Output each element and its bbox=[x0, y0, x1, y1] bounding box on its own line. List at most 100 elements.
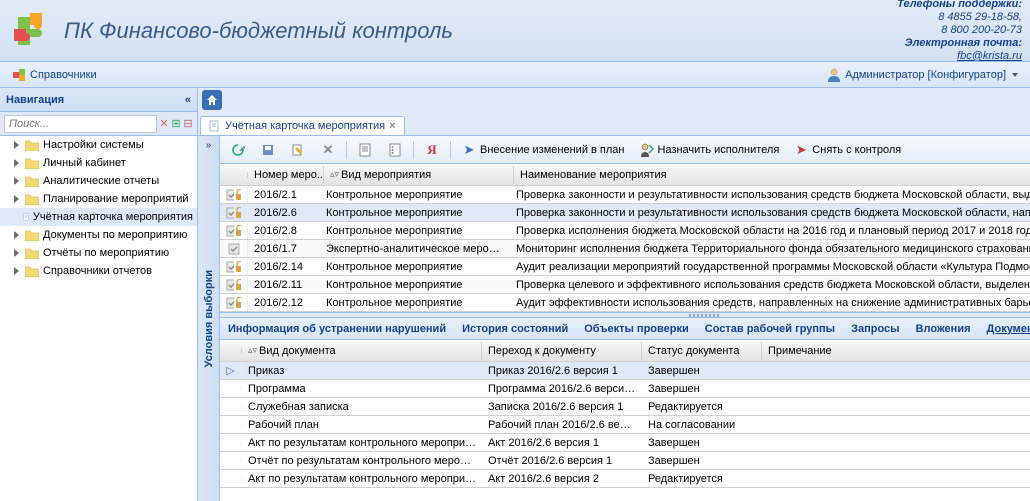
nav-item-label: Отчёты по мероприятию bbox=[43, 247, 169, 259]
tab-close-button[interactable]: × bbox=[389, 120, 395, 132]
tab-documentation[interactable]: Документация по мероприятию bbox=[985, 320, 1030, 338]
expand-all-icon[interactable]: ⊞ bbox=[171, 117, 181, 130]
lower-row[interactable]: Акт по результатам контрольного мероприя… bbox=[220, 470, 1030, 488]
lower-header-status[interactable] bbox=[220, 348, 242, 354]
doc1-button[interactable] bbox=[353, 140, 377, 160]
tab-objects[interactable]: Объекты проверки bbox=[582, 320, 691, 338]
nav-item[interactable]: Документы по мероприятию bbox=[0, 226, 197, 244]
nav-header: Навигация « bbox=[0, 88, 197, 112]
lower-row[interactable]: Отчёт по результатам контрольного меропр… bbox=[220, 452, 1030, 470]
grid-row[interactable]: 2016/1.7Экспертно-аналитическое мероприя… bbox=[220, 240, 1030, 258]
nav-item[interactable]: Планирование мероприятий bbox=[0, 190, 197, 208]
nav-item-label: Аналитические отчеты bbox=[43, 175, 159, 187]
assign-button[interactable]: Назначить исполнителя bbox=[635, 140, 784, 160]
tab-requests[interactable]: Запросы bbox=[849, 320, 901, 338]
collapse-all-icon[interactable]: ⊟ bbox=[183, 117, 193, 130]
cell-doc-type: Рабочий план bbox=[242, 417, 482, 433]
grid-row[interactable]: 2016/2.8Контрольное мероприятиеПроверка … bbox=[220, 222, 1030, 240]
cell-goto-link[interactable]: Приказ 2016/2.6 версия 1 bbox=[482, 363, 642, 379]
cell-doc-type: Отчёт по результатам контрольного меропр… bbox=[242, 453, 482, 469]
save-icon bbox=[260, 142, 276, 158]
nav-item[interactable]: Учётная карточка мероприятия bbox=[0, 208, 197, 226]
cell-status: Завершен bbox=[642, 363, 762, 379]
lower-row[interactable]: ПрограммаПрограмма 2016/2.6 версия 1Заве… bbox=[220, 380, 1030, 398]
grid-body: 2016/2.1Контрольное мероприятиеПроверка … bbox=[220, 186, 1030, 312]
status-icon bbox=[226, 189, 234, 201]
grid-header-type[interactable]: ▵▿Вид мероприятия bbox=[324, 166, 514, 184]
cell-status: На согласовании bbox=[642, 417, 762, 433]
cell-name: Проверка исполнения бюджета Московской о… bbox=[510, 223, 1030, 239]
plan-changes-button[interactable]: ➤ Внесение изменений в план bbox=[457, 140, 629, 160]
grid-toolbar: ✕ Я ➤ Внесение изменений в план Назначит… bbox=[220, 136, 1030, 164]
lower-row[interactable]: Акт по результатам контрольного мероприя… bbox=[220, 434, 1030, 452]
lock-icon bbox=[235, 279, 241, 291]
document-icon bbox=[357, 142, 373, 158]
nav-item[interactable]: Настройки системы bbox=[0, 136, 197, 154]
cell-doc-type: Акт по результатам контрольного мероприя… bbox=[242, 471, 482, 487]
lower-tabstrip: Информация об устранении нарушений Истор… bbox=[220, 318, 1030, 340]
grid-row[interactable]: 2016/2.12Контрольное мероприятиеАудит эф… bbox=[220, 294, 1030, 312]
arrow-right-icon: ➤ bbox=[461, 142, 477, 158]
lower-row[interactable]: Рабочий планРабочий план 2016/2.6 версия… bbox=[220, 416, 1030, 434]
grid-header-status[interactable] bbox=[220, 172, 248, 178]
cell-type: Контрольное мероприятие bbox=[320, 295, 510, 311]
tab-workgroup[interactable]: Состав рабочей группы bbox=[703, 320, 837, 338]
clear-search-icon[interactable]: ✕ bbox=[159, 117, 169, 130]
tab-violations[interactable]: Информация об устранении нарушений bbox=[226, 320, 448, 338]
tab-attachments[interactable]: Вложения bbox=[914, 320, 973, 338]
nav-item[interactable]: Справочники отчетов bbox=[0, 262, 197, 280]
lower-header-doc[interactable]: ▵▿Вид документа bbox=[242, 342, 482, 360]
lower-row[interactable]: ▷ПриказПриказ 2016/2.6 версия 1Завершен bbox=[220, 362, 1030, 380]
delete-button[interactable]: ✕ bbox=[316, 140, 340, 160]
chevron-down-icon bbox=[1012, 73, 1018, 77]
row-selected-icon: ▷ bbox=[226, 364, 234, 377]
save-button[interactable] bbox=[256, 140, 280, 160]
cell-goto-link[interactable]: Рабочий план 2016/2.6 версия 1 bbox=[482, 417, 642, 433]
cell-goto-link[interactable]: Программа 2016/2.6 версия 1 bbox=[482, 381, 642, 397]
tab-history[interactable]: История состояний bbox=[460, 320, 570, 338]
cell-goto-link[interactable]: Отчёт 2016/2.6 версия 1 bbox=[482, 453, 642, 469]
folder-icon bbox=[25, 229, 39, 241]
tab-card[interactable]: Учётная карточка мероприятия × bbox=[200, 116, 405, 135]
grid-header-number[interactable]: Номер меро... bbox=[248, 166, 324, 184]
status-icon bbox=[228, 243, 240, 255]
support-phone-1: 8 4855 29-18-58, bbox=[938, 11, 1022, 23]
folder-icon bbox=[25, 247, 39, 259]
lower-row[interactable]: Служебная запискаЗаписка 2016/2.6 версия… bbox=[220, 398, 1030, 416]
nav-collapse-button[interactable]: « bbox=[185, 94, 191, 106]
remove-control-button[interactable]: ➤ Снять с контроля bbox=[789, 140, 905, 160]
lower-header-note[interactable]: Примечание bbox=[762, 342, 1030, 360]
home-button[interactable] bbox=[202, 90, 222, 110]
refresh-button[interactable] bbox=[226, 140, 250, 160]
cell-goto-link[interactable]: Акт 2016/2.6 версия 2 bbox=[482, 471, 642, 487]
edit-button[interactable] bbox=[286, 140, 310, 160]
app-logo-icon bbox=[8, 7, 56, 55]
nav-item[interactable]: Отчёты по мероприятию bbox=[0, 244, 197, 262]
nav-item[interactable]: Аналитические отчеты bbox=[0, 172, 197, 190]
doc2-button[interactable] bbox=[383, 140, 407, 160]
filter-sidebar[interactable]: » Условия выборки bbox=[198, 136, 220, 501]
expand-filter-icon[interactable]: » bbox=[206, 140, 212, 151]
grid-row[interactable]: 2016/2.14Контрольное мероприятиеАудит ре… bbox=[220, 258, 1030, 276]
document-icon bbox=[209, 120, 221, 132]
nav-search-input[interactable] bbox=[4, 115, 157, 133]
grid-row[interactable]: 2016/2.6Контрольное мероприятиеПроверка … bbox=[220, 204, 1030, 222]
menubar: Справочники Администратор [Конфигуратор] bbox=[0, 62, 1030, 88]
cell-note bbox=[762, 441, 1030, 445]
cell-goto-link[interactable]: Записка 2016/2.6 версия 1 bbox=[482, 399, 642, 415]
lower-header-status-text[interactable]: Статус документа bbox=[642, 342, 762, 360]
support-email-link[interactable]: fbc@krista.ru bbox=[957, 50, 1022, 62]
nav-item[interactable]: Личный кабинет bbox=[0, 154, 197, 172]
references-menu[interactable]: Справочники bbox=[6, 65, 103, 85]
grid-row[interactable]: 2016/2.11Контрольное мероприятиеПроверка… bbox=[220, 276, 1030, 294]
folder-icon bbox=[25, 139, 39, 151]
cell-goto-link[interactable]: Акт 2016/2.6 версия 1 bbox=[482, 435, 642, 451]
lower-header-goto[interactable]: Переход к документу bbox=[482, 342, 642, 360]
user-menu[interactable]: Администратор [Конфигуратор] bbox=[821, 65, 1024, 85]
yandex-button[interactable]: Я bbox=[420, 140, 444, 160]
grid-row[interactable]: 2016/2.1Контрольное мероприятиеПроверка … bbox=[220, 186, 1030, 204]
grid-header: Номер меро... ▵▿Вид мероприятия Наименов… bbox=[220, 164, 1030, 186]
remove-control-label: Снять с контроля bbox=[812, 144, 901, 156]
lock-icon bbox=[235, 189, 241, 201]
grid-header-name[interactable]: Наименование мероприятия bbox=[514, 166, 1030, 184]
